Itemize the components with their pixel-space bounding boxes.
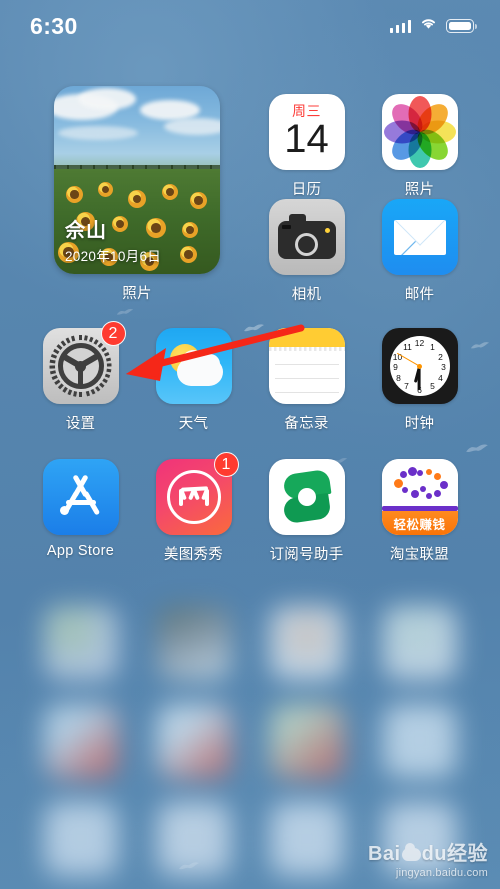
watermark-brand-c: 经验	[447, 843, 488, 865]
camera-app-label: 相机	[291, 287, 322, 303]
watermark-brand: Bai du经验	[367, 843, 488, 865]
app-cell-appstore[interactable]: App Store	[24, 459, 137, 564]
watermark-brand-a: Bai	[367, 843, 401, 865]
cellular-signal-icon	[389, 19, 411, 33]
app-cell-calendar[interactable]: 周三 14 日历	[250, 94, 363, 199]
dingyue-app-label: 订阅号助手	[269, 547, 344, 563]
meitu-app-label: 美图秀秀	[163, 547, 224, 563]
status-bar-time: 6:30	[30, 12, 78, 39]
clock-face: 12 1 2 3 4 5 6 7 8 9 10 11	[389, 336, 450, 396]
app-store-app-icon[interactable]	[42, 459, 119, 535]
widget-cloud	[140, 100, 200, 120]
app-cell-photos[interactable]: 照片	[363, 94, 476, 199]
calendar-app-icon[interactable]: 周三 14	[268, 94, 345, 170]
watermark-url: jingyan.baidu.com	[395, 867, 488, 879]
mail-app-icon[interactable]	[381, 199, 458, 275]
app-cell-meitu[interactable]: 1 美图秀秀	[137, 452, 250, 564]
calendar-day-number: 14	[284, 117, 329, 161]
app-cell-camera[interactable]: 相机	[250, 199, 363, 304]
widget-caption: 佘山 2020年10月6日	[65, 214, 161, 265]
camera-app-icon[interactable]	[268, 199, 345, 275]
clock-app-icon[interactable]: 12 1 2 3 4 5 6 7 8 9 10 11	[381, 328, 458, 404]
watermark-brand-b: du	[421, 843, 447, 865]
app-row-4: App Store 1 美图秀秀 订阅号助手 轻松赚钱 淘宝联盟	[0, 452, 500, 564]
weather-app-label: 天气	[178, 416, 209, 432]
settings-app-label: 设置	[65, 416, 96, 432]
watermark: Bai du经验 jingyan.baidu.com	[367, 843, 488, 879]
calendar-app-label: 日历	[291, 182, 322, 198]
status-bar-icons	[389, 17, 477, 35]
status-bar: 6:30	[0, 0, 500, 52]
app-cell-settings[interactable]: 2 设置	[24, 321, 137, 433]
meitu-badge: 1	[213, 452, 239, 477]
taobao-app-label: 淘宝联盟	[389, 547, 450, 563]
battery-full-icon	[446, 19, 477, 33]
widget-cloud	[58, 126, 138, 140]
clock-app-label: 时钟	[404, 416, 435, 432]
taobao-banner-text: 轻松赚钱	[393, 518, 446, 532]
wifi-icon	[420, 17, 437, 35]
widget-cloud	[164, 118, 220, 135]
app-cell-taobao[interactable]: 轻松赚钱 淘宝联盟	[363, 459, 476, 564]
mail-app-label: 邮件	[404, 287, 435, 303]
photos-app-icon[interactable]	[381, 94, 458, 170]
photos-app-label: 照片	[404, 182, 435, 198]
app-store-label: App Store	[46, 543, 115, 559]
app-row-3: 2 设置 天气 备忘录 12 1 2 3 4 5 6 7 8 9 10 11 时…	[0, 321, 500, 433]
settings-badge: 2	[100, 321, 126, 346]
notes-app-icon[interactable]	[268, 328, 345, 404]
taobao-alliance-app-icon[interactable]: 轻松赚钱	[381, 459, 458, 535]
widget-cloud	[78, 88, 136, 110]
app-cell-notes[interactable]: 备忘录	[250, 328, 363, 433]
baidu-paw-icon	[401, 843, 421, 861]
app-cell-mail[interactable]: 邮件	[363, 199, 476, 304]
app-cell-dingyue[interactable]: 订阅号助手	[250, 459, 363, 564]
weather-app-icon[interactable]	[155, 328, 232, 404]
home-screen-grid: 佘山 2020年10月6日 照片 周三 14 日历 照片 相机 邮件 2 设置 …	[0, 52, 500, 889]
app-cell-weather[interactable]: 天气	[137, 328, 250, 433]
widget-date: 2020年10月6日	[65, 249, 162, 264]
app-cell-clock[interactable]: 12 1 2 3 4 5 6 7 8 9 10 11 时钟	[363, 328, 476, 433]
notes-app-label: 备忘录	[284, 416, 329, 432]
dingyue-assistant-app-icon[interactable]	[268, 459, 345, 535]
widget-place-name: 佘山	[65, 220, 107, 242]
